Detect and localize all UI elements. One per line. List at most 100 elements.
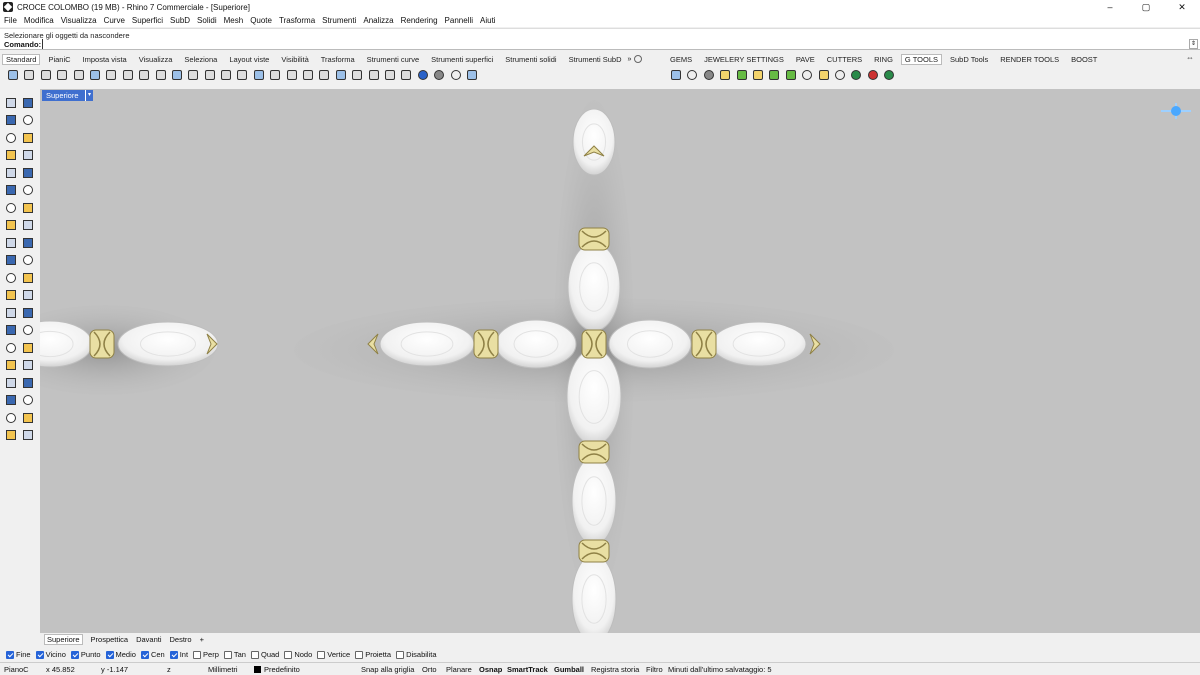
osnap-nodo[interactable]: Nodo xyxy=(284,650,312,659)
light-tool-icon[interactable] xyxy=(21,376,34,389)
copy-icon[interactable] xyxy=(104,68,118,82)
osnap-medio[interactable]: Medio xyxy=(105,650,136,659)
osnap-fine[interactable]: Fine xyxy=(6,650,31,659)
tab-standard[interactable]: Standard xyxy=(2,53,41,65)
tab-trasforma[interactable]: Trasforma xyxy=(321,55,355,64)
osnap-punto-checkbox[interactable] xyxy=(70,650,79,659)
menu-rendering[interactable]: Rendering xyxy=(401,16,438,25)
undo-icon[interactable] xyxy=(137,68,151,82)
dimension-tool-icon[interactable] xyxy=(21,324,34,337)
viewtab-destro[interactable]: Destro xyxy=(170,635,192,644)
tab-strumenti-subd[interactable]: Strumenti SubD xyxy=(569,55,622,64)
osnap-medio-checkbox[interactable] xyxy=(105,650,114,659)
ghosted-icon[interactable] xyxy=(416,68,430,82)
viewtab-prospettica[interactable]: Prospettica xyxy=(91,635,129,644)
box-tool-icon[interactable] xyxy=(4,184,17,197)
render-green-icon[interactable] xyxy=(849,68,863,82)
tab-subd-tools[interactable]: SubD Tools xyxy=(950,55,988,64)
fillet-tool-icon[interactable] xyxy=(21,236,34,249)
tab-visibilit[interactable]: Visibilità xyxy=(281,55,308,64)
wireframe-icon[interactable] xyxy=(367,68,381,82)
menu-trasforma[interactable]: Trasforma xyxy=(279,16,315,25)
lights-icon[interactable] xyxy=(350,68,364,82)
text-engrave-icon[interactable] xyxy=(817,68,831,82)
save-icon[interactable] xyxy=(39,68,53,82)
menu-curve[interactable]: Curve xyxy=(104,16,125,25)
osnap-vicino-checkbox[interactable] xyxy=(35,650,44,659)
gem-table-icon[interactable] xyxy=(669,68,683,82)
tab-pave[interactable]: PAVE xyxy=(796,55,815,64)
polyline-tool-icon[interactable] xyxy=(4,114,17,127)
viewtab-superiore[interactable]: Superiore xyxy=(44,634,83,645)
menu-solidi[interactable]: Solidi xyxy=(197,16,217,25)
tab-strumenti-superfici[interactable]: Strumenti superfici xyxy=(431,55,493,64)
tab-seleziona[interactable]: Seleziona xyxy=(184,55,217,64)
paste-icon[interactable] xyxy=(121,68,135,82)
status-snap-grid[interactable]: Snap alla griglia xyxy=(361,665,414,674)
osnap-perp-checkbox[interactable] xyxy=(193,650,202,659)
polygon-tool-icon[interactable] xyxy=(4,166,17,179)
rendered-icon[interactable] xyxy=(399,68,413,82)
import-icon[interactable] xyxy=(72,68,86,82)
object-properties-icon[interactable] xyxy=(334,68,348,82)
rectangle-tool-icon[interactable] xyxy=(21,149,34,162)
new-file-icon[interactable] xyxy=(6,68,20,82)
camera-tool-icon[interactable] xyxy=(4,394,17,407)
loft-tool-icon[interactable] xyxy=(4,219,17,232)
menu-pannelli[interactable]: Pannelli xyxy=(445,16,473,25)
osnap-proietta-checkbox[interactable] xyxy=(355,650,364,659)
close-button[interactable]: ✕ xyxy=(1164,0,1200,14)
tab-gems[interactable]: GEMS xyxy=(670,55,692,64)
status-smarttrack[interactable]: SmartTrack xyxy=(507,665,548,674)
osnap-disabilita[interactable]: Disabilita xyxy=(396,650,437,659)
menu-mesh[interactable]: Mesh xyxy=(224,16,244,25)
tab-jewelery-settings[interactable]: JEWELERY SETTINGS xyxy=(704,55,784,64)
zoom-extents-icon[interactable] xyxy=(219,68,233,82)
navigation-gizmo-icon[interactable] xyxy=(1161,103,1191,119)
menu-superfici[interactable]: Superfici xyxy=(132,16,163,25)
boolean-tool-icon[interactable] xyxy=(4,236,17,249)
status-gumball[interactable]: Gumball xyxy=(554,665,584,674)
set-view-icon[interactable] xyxy=(285,68,299,82)
more-tabs-icon[interactable]: » xyxy=(628,56,632,63)
tab-scroll-icon[interactable]: ⇔ xyxy=(1186,53,1194,62)
osnap-quad[interactable]: Quad xyxy=(250,650,279,659)
osnap-disabilita-checkbox[interactable] xyxy=(396,650,405,659)
split-tool-icon[interactable] xyxy=(4,254,17,267)
status-units[interactable]: Millimetri xyxy=(208,665,238,674)
layer-tool-icon[interactable] xyxy=(4,341,17,354)
add-viewport-icon[interactable]: + xyxy=(200,635,204,644)
tab-strumenti-solidi[interactable]: Strumenti solidi xyxy=(505,55,556,64)
menu-quote[interactable]: Quote xyxy=(250,16,272,25)
paint-tool-icon[interactable] xyxy=(21,359,34,372)
help-icon[interactable] xyxy=(465,68,479,82)
osnap-tan[interactable]: Tan xyxy=(223,650,246,659)
mesh-tool-icon[interactable] xyxy=(21,394,34,407)
options-icon[interactable] xyxy=(449,68,463,82)
viewport-superiore[interactable]: Superiore ▾ xyxy=(40,89,1200,633)
osnap-int[interactable]: Int xyxy=(169,650,188,659)
text-tool-icon[interactable] xyxy=(4,324,17,337)
osnap-tan-checkbox[interactable] xyxy=(223,650,232,659)
ring-tool-icon[interactable] xyxy=(21,411,34,424)
gem-tool-icon[interactable] xyxy=(4,411,17,424)
osnap-vertice[interactable]: Vertice xyxy=(317,650,350,659)
osnap-proietta[interactable]: Proietta xyxy=(355,650,391,659)
status-history[interactable]: Registra storia xyxy=(591,665,639,674)
status-cplane[interactable]: PianoC xyxy=(4,665,29,674)
sphere-tool-icon[interactable] xyxy=(21,184,34,197)
pan-icon[interactable] xyxy=(154,68,168,82)
status-osnap[interactable]: Osnap xyxy=(479,665,502,674)
offset-tool-icon[interactable] xyxy=(4,271,17,284)
pave-cutter-icon[interactable] xyxy=(718,68,732,82)
cylinder-tool-icon[interactable] xyxy=(4,201,17,214)
menu-file[interactable]: File xyxy=(4,16,17,25)
osnap-vicino[interactable]: Vicino xyxy=(35,650,66,659)
menu-visualizza[interactable]: Visualizza xyxy=(61,16,97,25)
ellipse-tool-icon[interactable] xyxy=(4,149,17,162)
pave-tool-icon[interactable] xyxy=(4,429,17,442)
osnap-int-checkbox[interactable] xyxy=(169,650,178,659)
menu-strumenti[interactable]: Strumenti xyxy=(322,16,356,25)
gear-icon[interactable] xyxy=(634,55,643,63)
properties-tool-icon[interactable] xyxy=(21,341,34,354)
